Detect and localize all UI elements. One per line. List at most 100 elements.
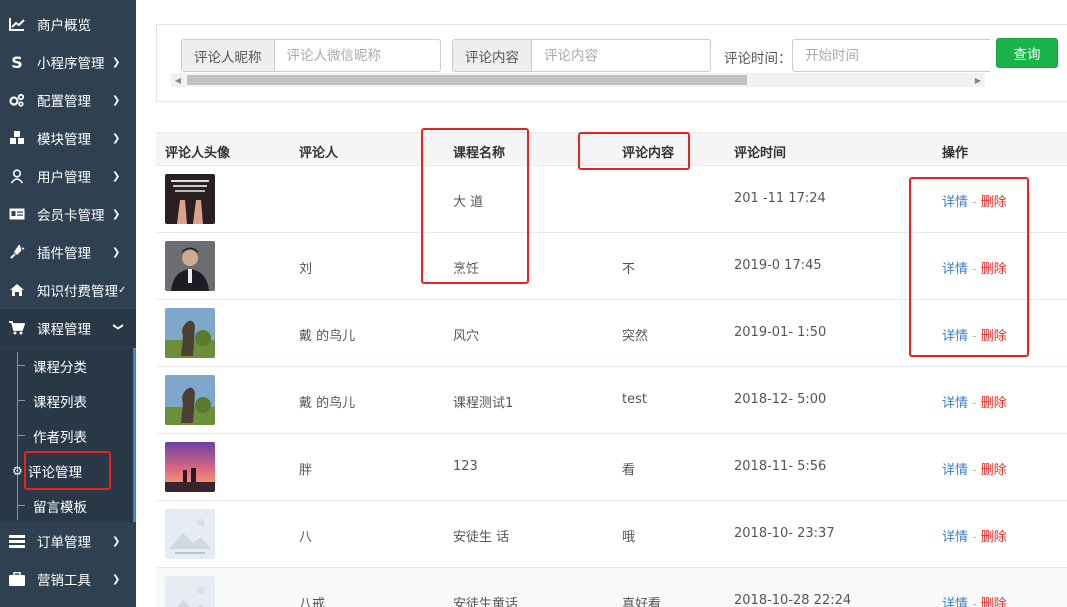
chart-line-icon (9, 16, 25, 32)
time-cell: 2019-0 17:45 (734, 258, 822, 273)
nav-item-marketing[interactable]: 营销工具 ❯ (0, 560, 136, 598)
chevron-down-icon: ❯ (112, 56, 121, 68)
dollar-s-icon: S (11, 52, 23, 72)
scroll-left-icon[interactable]: ◀ (171, 73, 185, 87)
nickname-label: 评论人昵称 (182, 40, 275, 71)
user-icon (9, 168, 25, 184)
detail-link[interactable]: 详情 (942, 396, 968, 411)
chevron-down-icon: ❯ (112, 208, 121, 220)
submenu-label: 作者列表 (33, 429, 87, 446)
nav-item-membercard[interactable]: 会员卡管理 ❯ (0, 195, 136, 233)
delete-link[interactable]: 删除 (981, 597, 1007, 607)
actions-cell: 详情 - 删除 (942, 593, 1007, 607)
scrollbar-thumb[interactable] (187, 75, 747, 85)
header-avatar: 评论人头像 (165, 146, 231, 161)
delete-link[interactable]: 删除 (981, 463, 1007, 478)
chevron-down-icon: ❯ (112, 246, 121, 258)
avatar (165, 576, 215, 607)
nav-item-knowledge[interactable]: 知识付费管理 ✓ (0, 271, 136, 309)
content-filter: 评论内容 (452, 39, 711, 72)
content-cell: test (622, 392, 647, 407)
avatar (165, 509, 215, 559)
time-cell: 2018-10- 23:37 (734, 526, 835, 541)
nav-item-modules[interactable]: 模块管理 ❯ (0, 119, 136, 157)
delete-link[interactable]: 删除 (981, 396, 1007, 411)
submenu-label: 课程分类 (33, 359, 87, 376)
highlight-box (909, 177, 1029, 357)
nav-item-orders[interactable]: 订单管理 ❯ (0, 522, 136, 560)
course-submenu: 课程分类 课程列表 作者列表 ⚙ 评论管理 留言模板 (0, 348, 136, 522)
nav-label: 小程序管理 (37, 56, 105, 72)
submenu-item-course-list[interactable]: 课程列表 (0, 383, 133, 418)
time-cell: 2018-11- 5:56 (734, 459, 827, 474)
chevron-down-icon: ❯ (112, 170, 121, 182)
nav-item-miniprogram[interactable]: S 小程序管理 ❯ (0, 43, 136, 81)
submenu-item-message-template[interactable]: 留言模板 (0, 488, 133, 523)
content-label: 评论内容 (453, 40, 532, 71)
horizontal-scrollbar[interactable]: ◀ ▶ (171, 73, 985, 87)
time-cell: 2018-10-28 22:24 (734, 593, 852, 607)
submenu-active-bar (133, 348, 136, 522)
chevron-down-icon: ❯ (112, 94, 121, 106)
action-separator: - (972, 597, 977, 607)
nickname-filter: 评论人昵称 (181, 39, 441, 72)
nav-item-courses[interactable]: 课程管理 ❯ (0, 309, 136, 347)
commenter-cell: 八戒 (299, 597, 326, 607)
nav-label: 模块管理 (37, 132, 91, 148)
avatar (165, 241, 215, 291)
nav-label: 订单管理 (37, 535, 91, 551)
course-cell: 课程测试1 (453, 396, 514, 411)
actions-cell: 详情 - 删除 (942, 392, 1007, 411)
action-separator: - (972, 463, 977, 478)
header-commenter: 评论人 (299, 146, 339, 161)
time-cell: 2018-12- 5:00 (734, 392, 827, 407)
start-time-input[interactable] (792, 39, 990, 72)
highlight-box (421, 128, 529, 284)
list-icon (9, 533, 25, 549)
commenter-cell: 刘 (299, 262, 313, 277)
nav-label: 营销工具 (37, 573, 91, 589)
plug-icon (9, 244, 25, 260)
query-button[interactable]: 查询 (996, 38, 1058, 68)
submenu-item-category[interactable]: 课程分类 (0, 348, 133, 383)
content-input[interactable] (532, 40, 708, 71)
nickname-input[interactable] (274, 40, 437, 71)
header-time: 评论时间 (734, 146, 787, 161)
detail-link[interactable]: 详情 (942, 530, 968, 545)
chevron-down-icon: ✓ (118, 284, 127, 296)
table-row: 八 安徒生 话 哦 2018-10- 23:37 详情 - 删除 (156, 501, 1067, 568)
avatar (165, 375, 215, 425)
nav-label: 知识付费管理 (37, 284, 118, 300)
filter-panel: 评论人昵称 评论内容 评论时间： 查询 ◀ ▶ (156, 24, 1067, 102)
nav-item-plugins[interactable]: 插件管理 ❯ (0, 233, 136, 271)
nav-item-config[interactable]: 配置管理 ❯ (0, 81, 136, 119)
nav-label: 课程管理 (37, 322, 91, 338)
commenter-cell: 戴 的鸟儿 (299, 396, 356, 411)
content-cell: 突然 (622, 329, 649, 344)
nav-label: 商户概览 (37, 18, 91, 34)
submenu-item-author-list[interactable]: 作者列表 (0, 418, 133, 453)
avatar (165, 442, 215, 492)
time-label: 评论时间： (724, 51, 792, 67)
header-actions: 操作 (942, 146, 969, 161)
commenter-cell: 戴 的鸟儿 (299, 329, 356, 344)
highlight-box (578, 132, 690, 170)
detail-link[interactable]: 详情 (942, 597, 968, 607)
nav-item-users[interactable]: 用户管理 ❯ (0, 157, 136, 195)
home-icon (9, 282, 25, 298)
sidebar: 商户概览 S 小程序管理 ❯ 配置管理 ❯ 模块管理 ❯ 用户管理 ❯ 会员卡管… (0, 0, 136, 607)
time-cell: 201 -11 17:24 (734, 191, 826, 206)
chevron-down-icon: ❯ (112, 322, 124, 331)
scroll-right-icon[interactable]: ▶ (971, 73, 985, 87)
cart-icon (9, 320, 25, 336)
delete-link[interactable]: 删除 (981, 530, 1007, 545)
highlight-box (24, 451, 111, 490)
actions-cell: 详情 - 删除 (942, 526, 1007, 545)
detail-link[interactable]: 详情 (942, 463, 968, 478)
chevron-down-icon: ❯ (112, 535, 121, 547)
submenu-label: 留言模板 (33, 499, 87, 516)
chevron-down-icon: ❯ (112, 132, 121, 144)
nav-item-overview[interactable]: 商户概览 (0, 5, 136, 43)
action-separator: - (972, 396, 977, 411)
table-row: 八戒 安徒生童话 真好看 2018-10-28 22:24 详情 - 删除 (156, 568, 1067, 607)
